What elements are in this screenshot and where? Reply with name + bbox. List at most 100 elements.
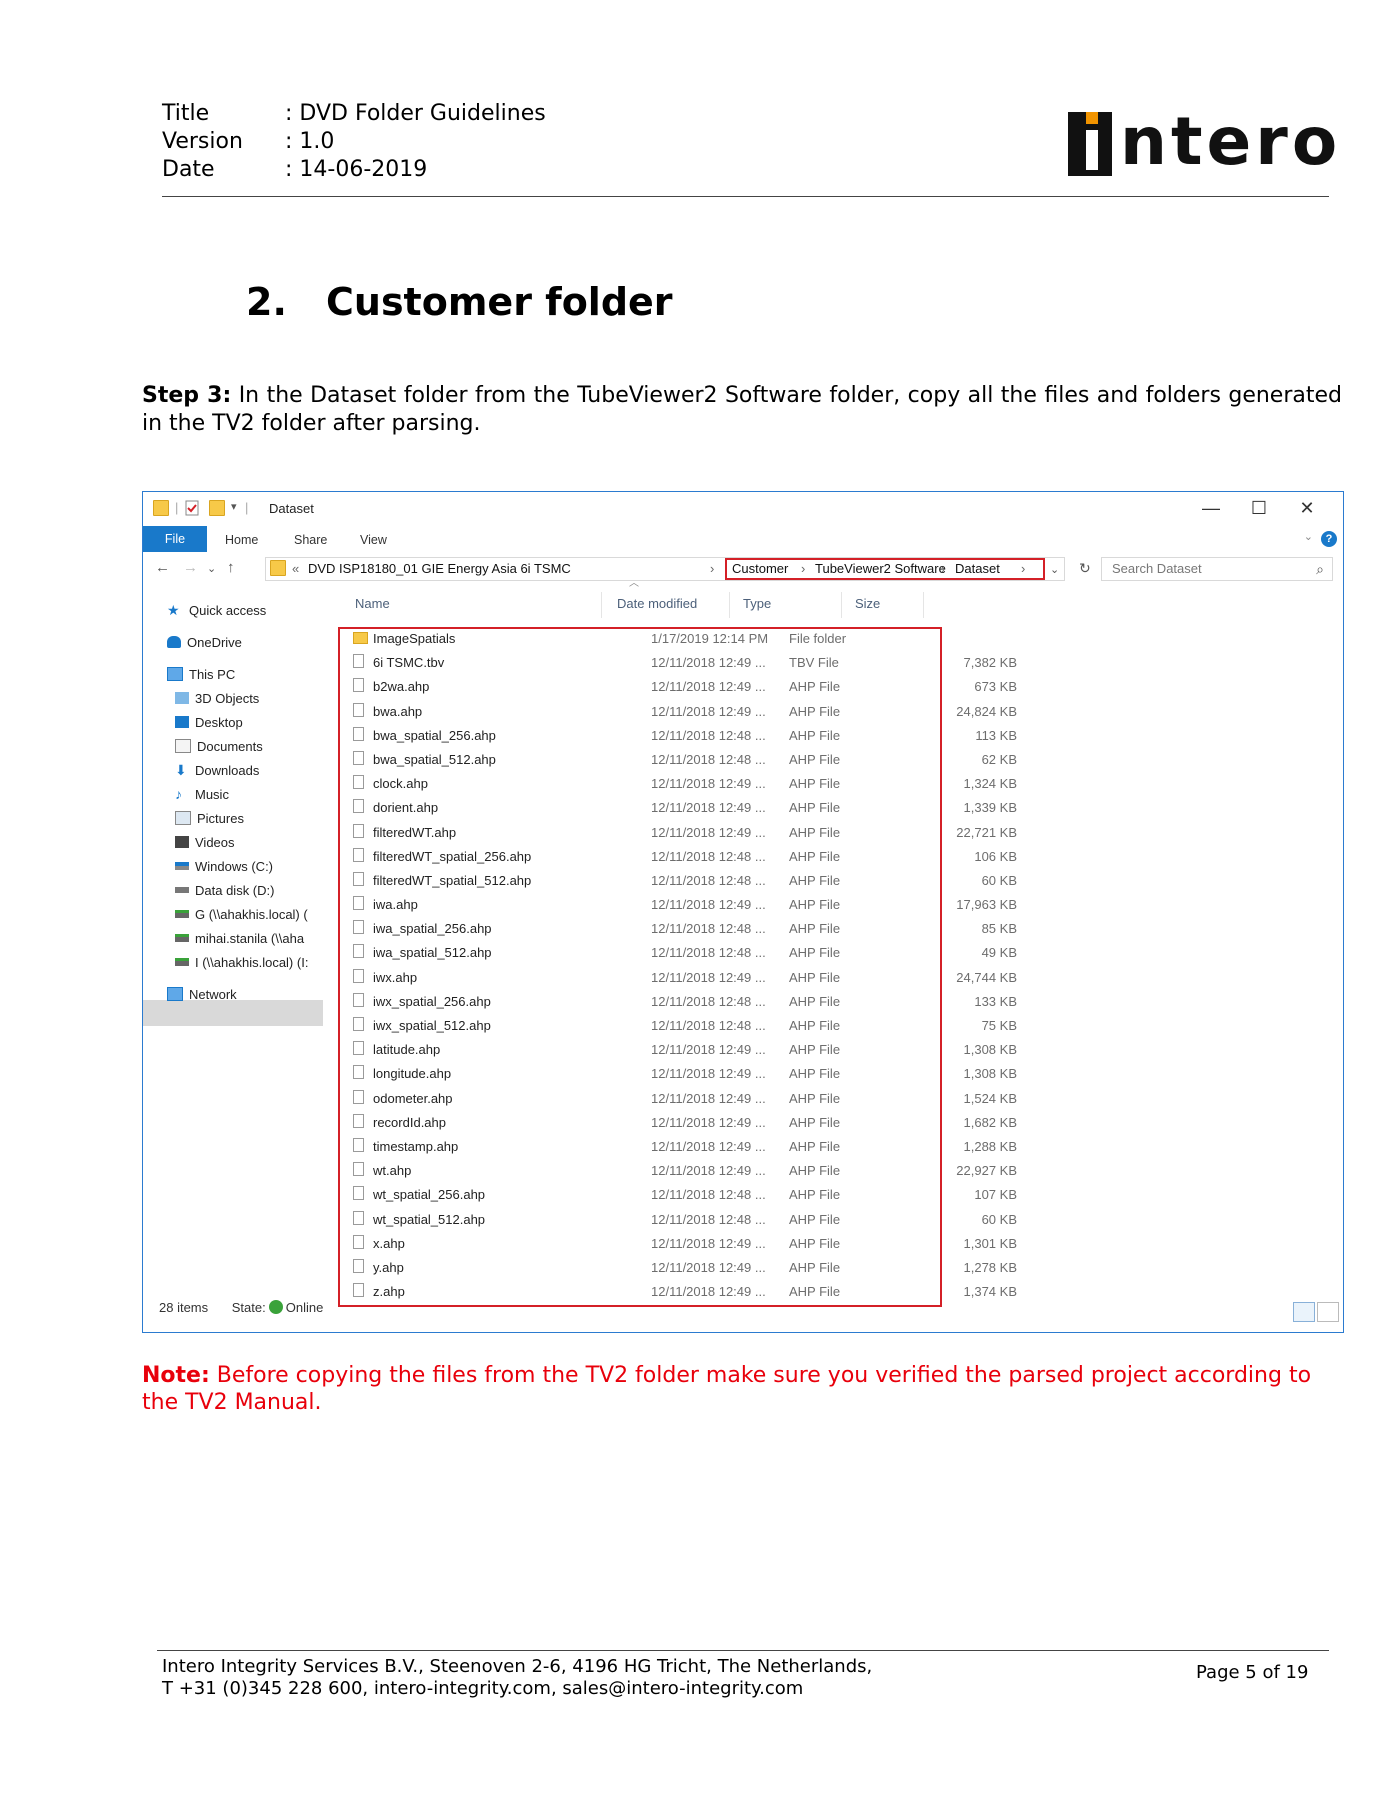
network-drive-icon: [175, 934, 189, 942]
recent-locations-button[interactable]: ⌄: [207, 562, 216, 575]
file-size: 113 KB: [975, 727, 1017, 743]
network-drive-icon: [175, 910, 189, 918]
section-number: 2.: [246, 280, 287, 324]
properties-icon[interactable]: [185, 500, 199, 518]
navigation-bar: ← → ⌄ ↑ « DVD ISP18180_01 GIE Energy Asi…: [143, 554, 1343, 584]
nav-network-drive-g[interactable]: G (\\ahakhis.local) (: [175, 904, 308, 924]
file-size: 107 KB: [974, 1187, 1017, 1203]
column-name[interactable]: Name: [355, 596, 390, 611]
note-label: Note:: [142, 1363, 210, 1388]
file-size: 1,374 KB: [963, 1284, 1018, 1300]
nav-documents[interactable]: Documents: [175, 736, 263, 756]
expand-ribbon-icon[interactable]: ⌄: [1304, 530, 1313, 543]
film-icon: [175, 836, 189, 848]
file-size: 60 KB: [981, 1211, 1017, 1227]
address-dropdown-icon[interactable]: ⌄: [1050, 563, 1059, 576]
refresh-icon[interactable]: ↻: [1079, 560, 1091, 577]
separator-icon: |: [245, 500, 249, 515]
nav-downloads[interactable]: ⬇ Downloads: [175, 760, 259, 780]
new-folder-icon[interactable]: [209, 500, 225, 518]
column-divider[interactable]: [841, 592, 842, 618]
nav-videos[interactable]: Videos: [175, 832, 235, 852]
file-size: 1,324 KB: [963, 776, 1018, 792]
highlighted-file-list: [338, 627, 942, 1307]
address-prefix[interactable]: «: [292, 561, 299, 576]
date-key: Date: [162, 157, 215, 182]
folder-icon: [153, 500, 169, 518]
file-size: 7,382 KB: [963, 655, 1018, 671]
file-size: 24,744 KB: [956, 969, 1017, 985]
file-size: 1,288 KB: [963, 1138, 1018, 1154]
breadcrumb-tubeviewer2[interactable]: TubeViewer2 Software: [815, 561, 946, 576]
search-input[interactable]: Search Dataset ⌕: [1101, 557, 1333, 581]
nav-onedrive[interactable]: OneDrive: [167, 632, 242, 652]
footer-address: Intero Integrity Services B.V., Steenove…: [162, 1656, 872, 1700]
tab-file[interactable]: File: [143, 526, 207, 552]
address-bar[interactable]: « DVD ISP18180_01 GIE Energy Asia 6i TSM…: [265, 557, 1065, 581]
breadcrumb-parent[interactable]: DVD ISP18180_01 GIE Energy Asia 6i TSMC: [308, 561, 571, 576]
nav-desktop[interactable]: Desktop: [175, 712, 243, 732]
file-size: 17,963 KB: [956, 897, 1017, 913]
logo-text: ntero: [1120, 103, 1342, 180]
file-size: 1,301 KB: [963, 1235, 1018, 1251]
back-button[interactable]: ←: [155, 559, 170, 576]
file-size: 22,927 KB: [956, 1163, 1017, 1179]
nav-data-disk-d[interactable]: Data disk (D:): [175, 880, 274, 900]
item-count: 28 items: [159, 1300, 209, 1315]
header-rule: [162, 196, 1329, 197]
customize-toolbar-icon[interactable]: ▾: [231, 500, 237, 518]
network-icon: [167, 987, 183, 1001]
tab-home[interactable]: Home: [225, 530, 258, 550]
star-icon: ★: [167, 601, 180, 618]
tab-share[interactable]: Share: [294, 530, 327, 550]
column-divider[interactable]: [601, 592, 602, 618]
footer-rule: [157, 1650, 1329, 1651]
breadcrumb-dataset[interactable]: Dataset: [955, 561, 1000, 576]
version-value: : 1.0: [285, 129, 335, 154]
note-text: Before copying the files from the TV2 fo…: [142, 1363, 1312, 1415]
minimize-button[interactable]: —: [1189, 494, 1233, 522]
column-size[interactable]: Size: [855, 596, 880, 611]
drive-icon: [175, 887, 189, 893]
file-size: 62 KB: [981, 751, 1017, 767]
forward-button[interactable]: →: [183, 559, 198, 576]
nav-music[interactable]: ♪ Music: [175, 784, 229, 804]
cloud-icon: [167, 636, 181, 648]
file-size: 85 KB: [981, 921, 1017, 937]
state-label: State:: [231, 1300, 266, 1315]
column-divider[interactable]: [729, 592, 730, 618]
close-button[interactable]: ✕: [1285, 494, 1329, 522]
step-text: In the Dataset folder from the TubeViewe…: [142, 383, 1342, 436]
help-icon[interactable]: ?: [1321, 531, 1337, 547]
nav-this-pc[interactable]: This PC: [167, 664, 235, 684]
column-date-modified[interactable]: Date modified: [617, 596, 697, 611]
details-view-button[interactable]: [1293, 1302, 1315, 1322]
computer-icon: [167, 667, 183, 681]
nav-3d-objects[interactable]: 3D Objects: [175, 688, 259, 708]
column-type[interactable]: Type: [743, 596, 771, 611]
file-size: 133 KB: [974, 993, 1017, 1009]
large-icons-view-button[interactable]: [1317, 1302, 1339, 1322]
up-button[interactable]: ↑: [227, 559, 235, 576]
breadcrumb-separator: ›: [1021, 561, 1026, 576]
nav-quick-access[interactable]: ★ Quick access: [167, 600, 266, 620]
nav-windows-c[interactable]: Windows (C:): [175, 856, 273, 876]
nav-network[interactable]: Network: [167, 984, 237, 1004]
nav-network-drive-mihai[interactable]: mihai.stanila (\\aha: [175, 928, 304, 948]
download-arrow-icon: ⬇: [175, 761, 187, 778]
music-note-icon: ♪: [175, 786, 182, 802]
drive-icon: [175, 862, 189, 870]
file-size: 24,824 KB: [956, 703, 1017, 719]
file-size: 1,524 KB: [963, 1090, 1018, 1106]
breadcrumb-separator: ›: [801, 561, 806, 576]
ribbon: File Home Share View ⌄ ?: [143, 526, 1343, 552]
search-icon[interactable]: ⌕: [1316, 558, 1324, 580]
file-size: 1,278 KB: [963, 1259, 1018, 1275]
nav-network-drive-i[interactable]: I (\\ahakhis.local) (I:: [175, 952, 308, 972]
breadcrumb-customer[interactable]: Customer: [732, 561, 788, 576]
intero-logo: ntero: [1066, 103, 1337, 180]
tab-view[interactable]: View: [360, 530, 387, 550]
column-divider[interactable]: [923, 592, 924, 618]
maximize-button[interactable]: ☐: [1237, 494, 1281, 522]
nav-pictures[interactable]: Pictures: [175, 808, 244, 828]
